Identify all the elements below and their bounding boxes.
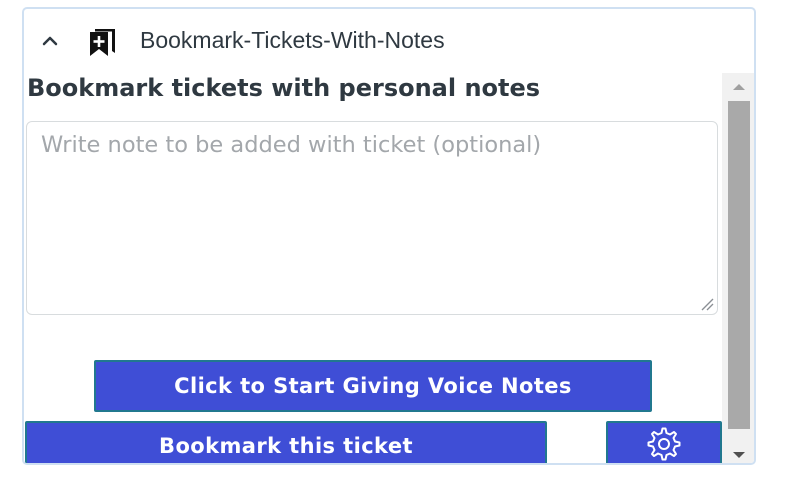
vertical-scrollbar[interactable] xyxy=(722,73,754,463)
scroll-up-arrow-icon[interactable] xyxy=(722,75,754,99)
section-heading: Bookmark tickets with personal notes xyxy=(27,74,541,102)
app-content: Bookmark tickets with personal notes Wri… xyxy=(24,71,722,463)
scrollbar-thumb[interactable] xyxy=(728,101,750,429)
bookmark-plus-icon xyxy=(84,26,124,58)
app-header: Bookmark-Tickets-With-Notes xyxy=(24,9,754,71)
chevron-up-icon[interactable] xyxy=(38,29,62,53)
app-title: Bookmark-Tickets-With-Notes xyxy=(140,27,445,53)
settings-button[interactable] xyxy=(606,421,722,463)
resize-handle-icon[interactable] xyxy=(698,295,714,311)
note-textarea[interactable]: Write note to be added with ticket (opti… xyxy=(26,121,718,315)
note-placeholder: Write note to be added with ticket (opti… xyxy=(41,132,542,158)
bookmark-ticket-button[interactable]: Bookmark this ticket xyxy=(25,421,547,463)
scroll-down-arrow-icon[interactable] xyxy=(722,443,754,463)
app-panel: Bookmark-Tickets-With-Notes Bookmark tic… xyxy=(22,7,756,465)
voice-notes-button[interactable]: Click to Start Giving Voice Notes xyxy=(94,360,652,412)
gear-icon xyxy=(646,426,682,463)
